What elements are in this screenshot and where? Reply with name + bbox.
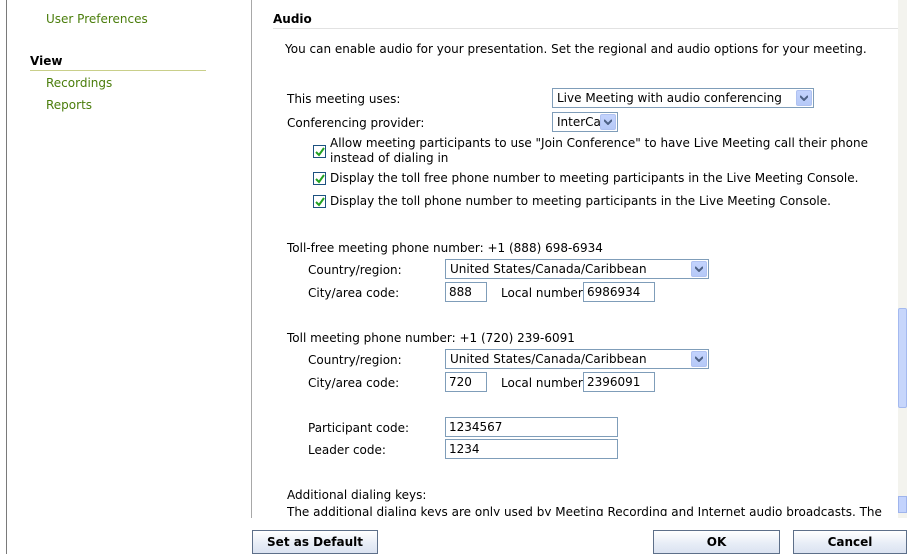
nav-reports[interactable]: Reports [46,98,92,112]
section-divider [273,28,898,29]
tollfree-city-input[interactable]: 888 [445,282,487,302]
tollfree-local-input[interactable]: 6986934 [583,282,655,302]
tollfree-country-label: Country/region: [308,263,402,277]
toll-local-input[interactable]: 2396091 [583,372,655,392]
chevron-down-icon[interactable] [600,114,616,130]
display-tollfree-checkbox[interactable] [313,172,326,185]
chevron-down-icon[interactable] [691,351,707,367]
meeting-uses-select[interactable]: Live Meeting with audio conferencing [552,88,814,108]
meeting-uses-value: Live Meeting with audio conferencing [557,91,782,105]
additional-keys-heading: Additional dialing keys: [287,488,427,502]
tollfree-city-label: City/area code: [308,286,400,300]
display-toll-checkbox[interactable] [313,195,326,208]
leader-code-label: Leader code: [308,443,386,457]
audio-section-title: Audio [273,12,312,26]
additional-keys-clip: The additional dialing keys are only use… [287,504,887,516]
cancel-button[interactable]: Cancel [793,530,907,554]
scroll-down-button[interactable] [898,496,907,513]
set-as-default-button[interactable]: Set as Default [252,530,378,554]
additional-keys-text: The additional dialing keys are only use… [287,505,882,516]
audio-intro-text: You can enable audio for your presentati… [285,42,867,56]
left-border [6,0,7,554]
nav-recordings[interactable]: Recordings [46,76,112,90]
join-conference-checkbox[interactable] [313,145,326,158]
toll-country-select[interactable]: United States/Canada/Caribbean [445,349,709,369]
chevron-down-icon[interactable] [796,90,812,106]
column-separator [251,0,252,518]
checkmark-icon [315,197,325,207]
scrollbar-track[interactable] [898,0,907,518]
toll-country-value: United States/Canada/Caribbean [450,352,647,366]
ok-button[interactable]: OK [653,530,780,554]
checkmark-icon [315,147,325,157]
tollfree-country-select[interactable]: United States/Canada/Caribbean [445,259,709,279]
leader-code-input[interactable]: 1234 [445,439,618,459]
toll-country-label: Country/region: [308,353,402,367]
tollfree-country-value: United States/Canada/Caribbean [450,262,647,276]
meeting-uses-label: This meeting uses: [287,92,401,106]
join-conference-label-line1: Allow meeting participants to use "Join … [330,136,868,150]
toll-city-input[interactable]: 720 [445,372,487,392]
participant-code-input[interactable]: 1234567 [445,417,618,437]
tollfree-local-label: Local number: [501,286,587,300]
display-toll-label: Display the toll phone number to meeting… [330,194,831,208]
provider-label: Conferencing provider: [287,116,425,130]
toll-city-label: City/area code: [308,376,400,390]
scrollbar-thumb[interactable] [898,308,907,408]
nav-user-preferences[interactable]: User Preferences [46,12,148,26]
toll-heading: Toll meeting phone number: +1 (720) 239-… [287,331,575,345]
provider-select[interactable]: InterCall [552,112,618,132]
checkmark-icon [315,174,325,184]
participant-code-label: Participant code: [308,421,410,435]
display-tollfree-label: Display the toll free phone number to me… [330,171,859,185]
chevron-down-icon[interactable] [691,261,707,277]
nav-view-heading: View [30,54,206,71]
tollfree-heading: Toll-free meeting phone number: +1 (888)… [287,241,603,255]
toll-local-label: Local number: [501,376,587,390]
join-conference-label-line2: instead of dialing in [330,151,449,165]
